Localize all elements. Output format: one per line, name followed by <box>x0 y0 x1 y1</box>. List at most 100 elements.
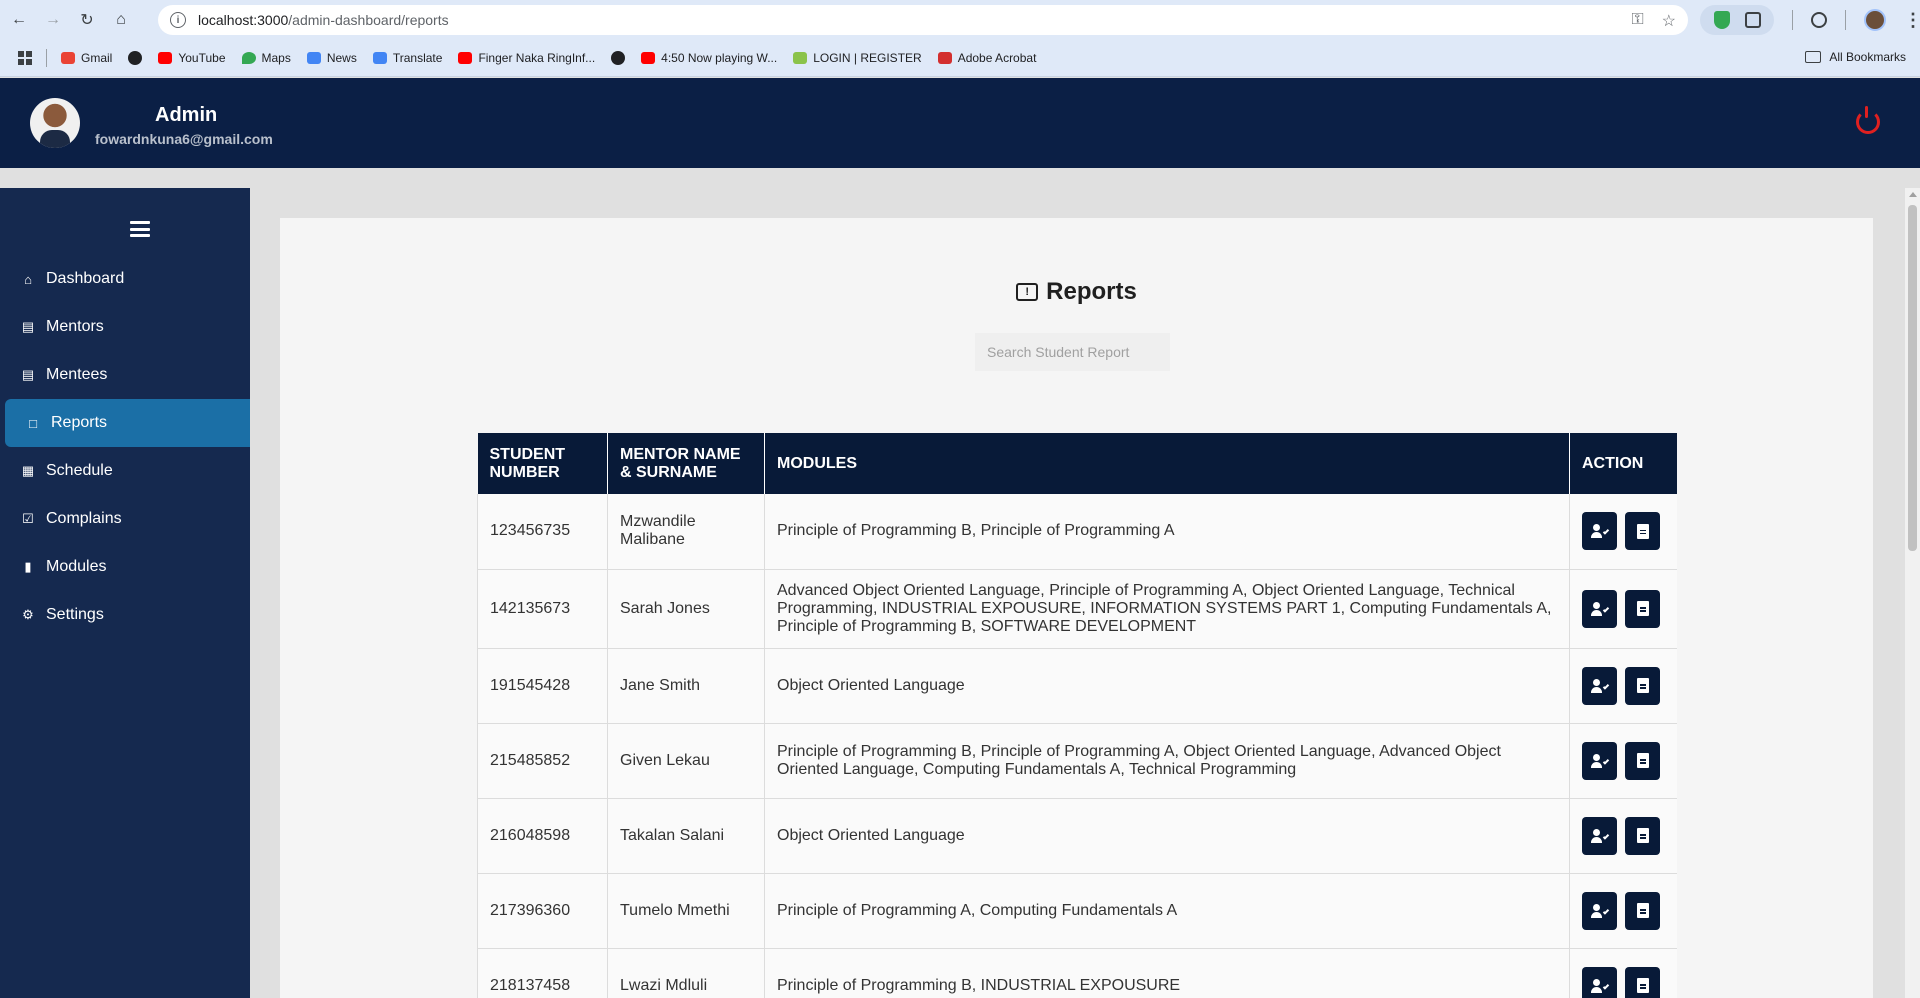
back-icon[interactable]: ← <box>4 5 34 35</box>
table-row: 215485852 Given Lekau Principle of Progr… <box>477 723 1677 799</box>
bookmark-maps[interactable]: Maps <box>241 51 291 65</box>
user-check-icon <box>1590 678 1609 693</box>
assign-mentor-button[interactable] <box>1582 816 1617 855</box>
sidebar-item-settings[interactable]: ⚙ Settings <box>0 591 250 639</box>
modules-cell: Principle of Programming B, INDUSTRIAL E… <box>764 948 1570 998</box>
hamburger-menu-icon[interactable] <box>130 221 150 237</box>
view-report-button[interactable] <box>1625 589 1660 628</box>
view-report-button[interactable] <box>1625 816 1660 855</box>
gmail-icon <box>61 52 75 64</box>
document-icon <box>1636 978 1649 993</box>
apps-grid-icon[interactable] <box>18 51 32 65</box>
assign-mentor-button[interactable] <box>1582 741 1617 780</box>
profile-avatar-icon[interactable] <box>1864 9 1886 31</box>
browser-toolbar: ← → ↻ ⌂ i localhost:3000/admin-dashboard… <box>0 0 1920 40</box>
url-text[interactable]: localhost:3000/admin-dashboard/reports <box>198 12 449 28</box>
search-input[interactable] <box>975 333 1170 371</box>
chat-alert-icon: □ <box>29 415 37 431</box>
bookmark-adobe-acrobat[interactable]: Adobe Acrobat <box>937 51 1036 65</box>
maps-icon <box>241 52 256 64</box>
assign-mentor-button[interactable] <box>1582 589 1617 628</box>
student-number-cell: 142135673 <box>477 569 608 649</box>
extensions-icon[interactable] <box>1744 12 1761 28</box>
sidebar-item-complains[interactable]: ☑ Complains <box>0 495 250 543</box>
power-logout-icon[interactable] <box>1856 106 1880 134</box>
assign-mentor-button[interactable] <box>1582 512 1617 551</box>
page-scrollbar[interactable] <box>1905 188 1920 998</box>
column-header-modules: MODULES <box>764 433 1570 494</box>
youtube-icon <box>458 52 473 64</box>
table-row: 218137458 Lwazi Mdluli Principle of Prog… <box>477 948 1677 998</box>
view-report-button[interactable] <box>1625 512 1660 551</box>
home-icon[interactable]: ⌂ <box>106 5 136 35</box>
menu-kebab-icon[interactable]: ⋮ <box>1904 10 1920 31</box>
sidebar-item-label: Mentors <box>46 318 104 335</box>
sidebar-item-mentors[interactable]: ▤ Mentors <box>0 303 250 351</box>
document-icon <box>1636 678 1649 693</box>
bookmark-youtube[interactable]: YouTube <box>158 51 226 65</box>
sidebar-item-label: Complains <box>46 510 122 527</box>
view-report-button[interactable] <box>1625 741 1660 780</box>
clipboard-icon: ☑ <box>22 511 34 526</box>
assign-mentor-button[interactable] <box>1582 666 1617 705</box>
toolbar-divider <box>1845 10 1846 30</box>
bookmark-globe-2[interactable] <box>611 51 626 65</box>
sidebar-item-reports[interactable]: □ Reports <box>5 399 250 447</box>
scrollbar-thumb[interactable] <box>1908 205 1917 551</box>
user-check-icon <box>1590 601 1609 616</box>
sidebar-item-label: Reports <box>51 414 108 431</box>
mentor-name-cell: Sarah Jones <box>607 569 765 649</box>
view-report-button[interactable] <box>1625 966 1660 998</box>
acrobat-icon <box>937 52 952 64</box>
translate-icon <box>372 52 387 64</box>
bookmark-globe[interactable] <box>128 51 143 65</box>
bookmark-now-playing[interactable]: 4:50 Now playing W... <box>641 51 777 65</box>
admin-avatar[interactable] <box>30 98 80 148</box>
assign-mentor-button[interactable] <box>1582 966 1617 998</box>
student-number-cell: 191545428 <box>477 648 608 724</box>
document-icon <box>1636 753 1649 768</box>
view-report-button[interactable] <box>1625 666 1660 705</box>
youtube-icon <box>641 52 656 64</box>
forward-icon[interactable]: → <box>38 5 68 35</box>
app-header: Admin fowardnkuna6@gmail.com <box>0 78 1920 168</box>
mentor-name-cell: Mzwandile Malibane <box>607 494 765 570</box>
bookmark-login-register[interactable]: LOGIN | REGISTER <box>793 51 922 65</box>
scroll-up-icon[interactable] <box>1909 192 1917 197</box>
modules-cell: Principle of Programming A, Computing Fu… <box>764 873 1570 949</box>
sidebar-item-label: Mentees <box>46 366 108 383</box>
column-header-student-number: STUDENT NUMBER <box>477 433 608 494</box>
password-key-icon[interactable]: ⚿ <box>1631 11 1643 31</box>
reload-icon[interactable]: ↻ <box>72 5 102 35</box>
user-check-icon <box>1590 903 1609 918</box>
shield-extension-icon[interactable] <box>1713 11 1730 29</box>
site-info-icon[interactable]: i <box>170 12 186 28</box>
page-title: ! Reports <box>280 278 1873 306</box>
bookmark-translate[interactable]: Translate <box>372 51 442 65</box>
id-card-icon: ▤ <box>21 367 35 382</box>
bookmark-gmail[interactable]: Gmail <box>61 51 112 65</box>
sidebar-item-label: Schedule <box>46 462 113 479</box>
column-header-mentor-name: MENTOR NAME & SURNAME <box>607 433 765 494</box>
sidebar-item-schedule[interactable]: ▦ Schedule <box>0 447 250 495</box>
address-bar[interactable]: i localhost:3000/admin-dashboard/reports… <box>158 5 1688 35</box>
youtube-icon <box>158 52 173 64</box>
sidebar-item-modules[interactable]: ▮ Modules <box>0 543 250 591</box>
bookmark-news[interactable]: News <box>306 51 357 65</box>
user-check-icon <box>1590 828 1609 843</box>
mentor-name-cell: Jane Smith <box>607 648 765 724</box>
student-number-cell: 216048598 <box>477 798 608 874</box>
admin-name: Admin <box>155 104 218 126</box>
modules-cell: Object Oriented Language <box>764 798 1570 874</box>
chat-alert-icon: ! <box>1016 283 1039 301</box>
bookmark-finger-naka[interactable]: Finger Naka RingInf... <box>458 51 595 65</box>
assign-mentor-button[interactable] <box>1582 891 1617 930</box>
sidebar-item-mentees[interactable]: ▤ Mentees <box>0 351 250 399</box>
table-row: 191545428 Jane Smith Object Oriented Lan… <box>477 648 1677 724</box>
action-cell <box>1569 723 1677 799</box>
all-bookmarks[interactable]: All Bookmarks <box>1805 50 1906 64</box>
bookmark-star-icon[interactable]: ☆ <box>1662 11 1676 31</box>
view-report-button[interactable] <box>1625 891 1660 930</box>
history-icon[interactable] <box>1811 12 1827 28</box>
sidebar-item-dashboard[interactable]: ⌂ Dashboard <box>0 255 250 303</box>
